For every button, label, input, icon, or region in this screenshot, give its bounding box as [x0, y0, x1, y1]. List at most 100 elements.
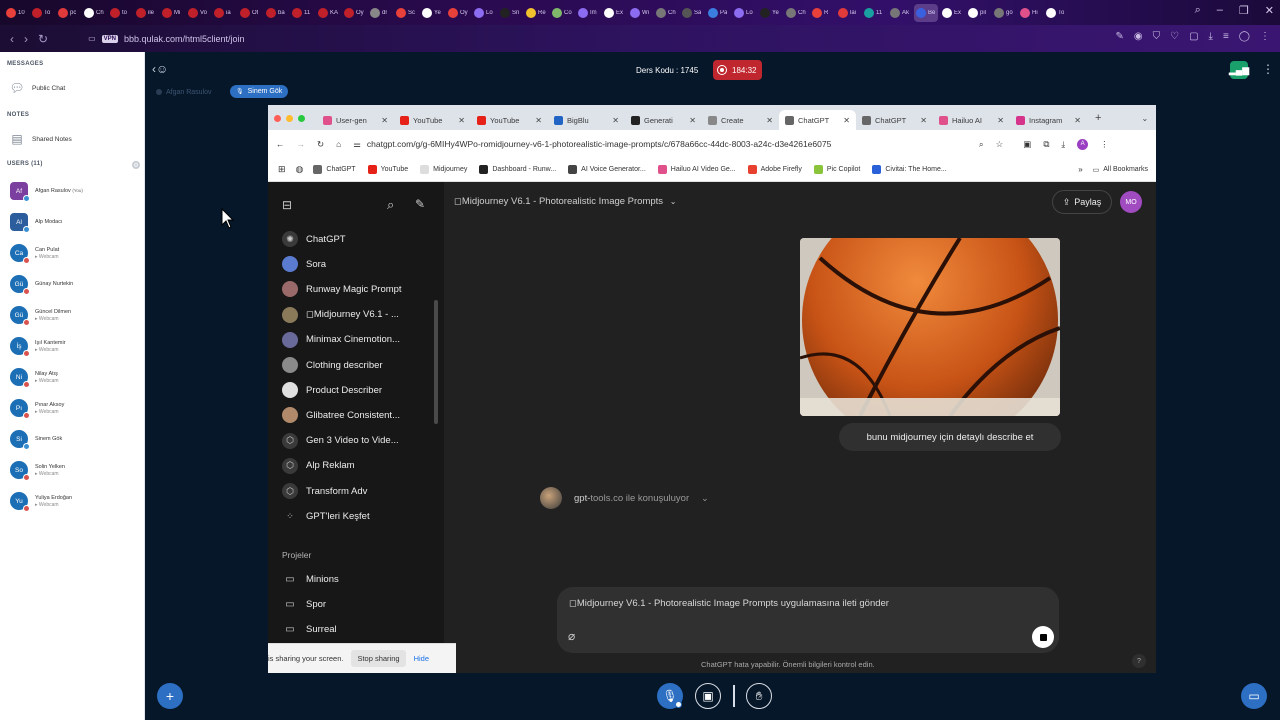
zoom-window-icon[interactable] [298, 115, 305, 122]
minimize-icon[interactable]: – [1217, 4, 1223, 17]
more-icon[interactable]: ⋮ [1260, 31, 1270, 42]
toggle-userlist-icon[interactable]: ‹☺ [152, 62, 168, 76]
close-tab-icon[interactable]: ✕ [535, 116, 542, 125]
outer-tab[interactable]: Oy [446, 4, 470, 22]
outer-tab[interactable]: ia [212, 4, 236, 22]
sidebar-gpt-item[interactable]: Minimax Cinemotion... [282, 331, 400, 348]
recording-indicator[interactable]: 184:32 [713, 60, 762, 80]
inner-url[interactable]: chatgpt.com/g/g-6MIHy4WPo-romidjourney-v… [367, 139, 967, 149]
close-tab-icon[interactable]: ✕ [612, 116, 619, 125]
inner-tab[interactable]: ChatGPT ✕ [779, 110, 856, 130]
inner-tab[interactable]: Instagram ✕ [1010, 110, 1087, 130]
chat-title[interactable]: ◻Midjourney V6.1 - Photorealistic Image … [454, 196, 676, 207]
outer-tab[interactable]: dr [368, 4, 392, 22]
outer-tab[interactable]: 11 [290, 4, 314, 22]
extension-icon[interactable]: ▣ [1023, 139, 1031, 150]
search-icon[interactable]: ⌕ [1195, 4, 1201, 17]
cube-icon[interactable]: ▢ [1189, 31, 1198, 42]
bookmark-item[interactable]: Civitai: The Home... [872, 165, 947, 174]
project-item[interactable]: ▭ Spor [282, 596, 326, 612]
puzzle-icon[interactable]: ⧉ [1043, 139, 1049, 150]
close-tab-icon[interactable]: ✕ [458, 116, 465, 125]
more-icon[interactable]: ⋮ [1100, 139, 1109, 150]
outer-tab[interactable]: To [30, 4, 54, 22]
user-list-item[interactable]: Ca Can Pulat ▸ Webcam [10, 244, 59, 264]
minimize-window-icon[interactable] [286, 115, 293, 122]
back-icon[interactable]: ‹ [10, 32, 14, 46]
microphone-button[interactable]: 🎙︎ [657, 683, 683, 709]
raise-hand-button[interactable]: ✋︎ [746, 683, 772, 709]
sidebar-scrollbar[interactable] [434, 300, 438, 424]
sidebar-gpt-item[interactable]: ⁘ GPT'leri Keşfet [282, 508, 370, 525]
outer-tab[interactable]: 11 [862, 4, 886, 22]
home-icon[interactable]: ⌂ [336, 139, 341, 149]
vpn-badge[interactable]: VPN [101, 34, 118, 43]
outer-tab[interactable]: lai [836, 4, 860, 22]
hide-button[interactable]: Hide [414, 654, 429, 663]
zoom-icon[interactable]: ⌕ [979, 139, 984, 150]
sidebar-gpt-item[interactable]: Glibatree Consistent... [282, 407, 400, 424]
gpt-tool-status[interactable]: gpt-tools.co ile konuşuluyor ⌄ [540, 487, 709, 509]
outer-tab[interactable]: Ak [888, 4, 912, 22]
outer-tab[interactable]: Lo [732, 4, 756, 22]
user-list-item[interactable]: Pı Pınar Aksoy ▸ Webcam [10, 399, 64, 419]
close-tab-icon[interactable]: ✕ [920, 116, 927, 125]
stop-generating-button[interactable] [1032, 626, 1054, 648]
close-tab-icon[interactable]: ✕ [381, 116, 388, 125]
sidebar-gpt-item[interactable]: Runway Magic Prompt [282, 281, 402, 298]
outer-tab[interactable]: Lo [472, 4, 496, 22]
shared-notes-item[interactable]: ▤ Shared Notes [10, 132, 71, 146]
outer-tab[interactable]: Ch [784, 4, 808, 22]
new-tab-icon[interactable]: + [1095, 112, 1101, 124]
url-text[interactable]: bbb.qulak.com/html5client/join [124, 34, 245, 44]
menu-icon[interactable]: ≡ [1223, 31, 1229, 42]
outer-tab[interactable]: Pa [706, 4, 730, 22]
user-list-item[interactable]: Yu Yuliya Erdoğan ▸ Webcam [10, 492, 72, 512]
outer-tab[interactable]: Ch [654, 4, 678, 22]
sidebar-gpt-item[interactable]: ◻Midjourney V6.1 - ... [282, 306, 399, 323]
close-icon[interactable]: ✕ [1265, 4, 1274, 17]
screen-share-button[interactable]: ▭ [1241, 683, 1267, 709]
stop-sharing-button[interactable]: Stop sharing [351, 650, 406, 667]
outer-tab[interactable]: Sn [498, 4, 522, 22]
outer-tab[interactable]: R [810, 4, 834, 22]
close-tab-icon[interactable]: ✕ [689, 116, 696, 125]
inner-tab[interactable]: YouTube ✕ [394, 110, 471, 130]
inner-tab[interactable]: ChatGPT ✕ [856, 110, 933, 130]
sidebar-gpt-item[interactable]: ⬡ Gen 3 Video to Vide... [282, 432, 399, 449]
outer-tab[interactable]: Ch [82, 4, 106, 22]
site-info-icon[interactable]: ⚌ [353, 139, 361, 150]
attach-icon[interactable]: ⌀ [568, 629, 575, 643]
sidebar-toggle-icon[interactable]: ⊟ [282, 198, 292, 212]
bookmark-item[interactable]: Midjourney [420, 165, 467, 174]
user-list-item[interactable]: Ni Nilay Atış ▸ Webcam [10, 368, 59, 388]
download-icon[interactable]: ⤓ [1209, 31, 1213, 42]
back-icon[interactable]: ← [276, 139, 285, 149]
user-list-item[interactable]: Gü Güncel Dilmen ▸ Webcam [10, 306, 71, 326]
star-icon[interactable]: ☆ [996, 139, 1004, 150]
outer-tab[interactable]: Sa [680, 4, 704, 22]
bookmark-item[interactable]: ChatGPT [313, 165, 356, 174]
outer-tab[interactable]: Co [550, 4, 574, 22]
sidebar-gpt-item[interactable]: Product Describer [282, 382, 382, 399]
heart-icon[interactable]: ♡ [1170, 31, 1179, 42]
close-window-icon[interactable] [274, 115, 281, 122]
outer-tab[interactable]: Be [914, 3, 938, 22]
outer-tab[interactable]: Im [576, 4, 600, 22]
camera-button[interactable]: ▣ [695, 683, 721, 709]
inner-tab[interactable]: Create ✕ [702, 110, 779, 130]
profile-icon[interactable]: A [1077, 138, 1089, 150]
outer-tab[interactable]: Ye [420, 4, 444, 22]
user-list-item[interactable]: Si Sinem Gök [10, 430, 62, 450]
help-icon[interactable]: ? [1132, 654, 1146, 668]
bookmark-item[interactable]: Hailuo AI Video Ge... [657, 165, 736, 174]
inner-tab[interactable]: Generati ✕ [625, 110, 702, 130]
close-tab-icon[interactable]: ✕ [766, 116, 773, 125]
user-icon[interactable]: ◯ [1239, 31, 1250, 42]
more-bookmarks-icon[interactable]: » [1078, 165, 1082, 174]
inner-tab[interactable]: BigBlu ✕ [548, 110, 625, 130]
outer-tab[interactable]: Ye [758, 4, 782, 22]
outer-tab[interactable]: ba [264, 4, 288, 22]
sidebar-gpt-item[interactable]: ✺ ChatGPT [282, 231, 346, 247]
outer-tab[interactable]: pc [56, 4, 80, 22]
